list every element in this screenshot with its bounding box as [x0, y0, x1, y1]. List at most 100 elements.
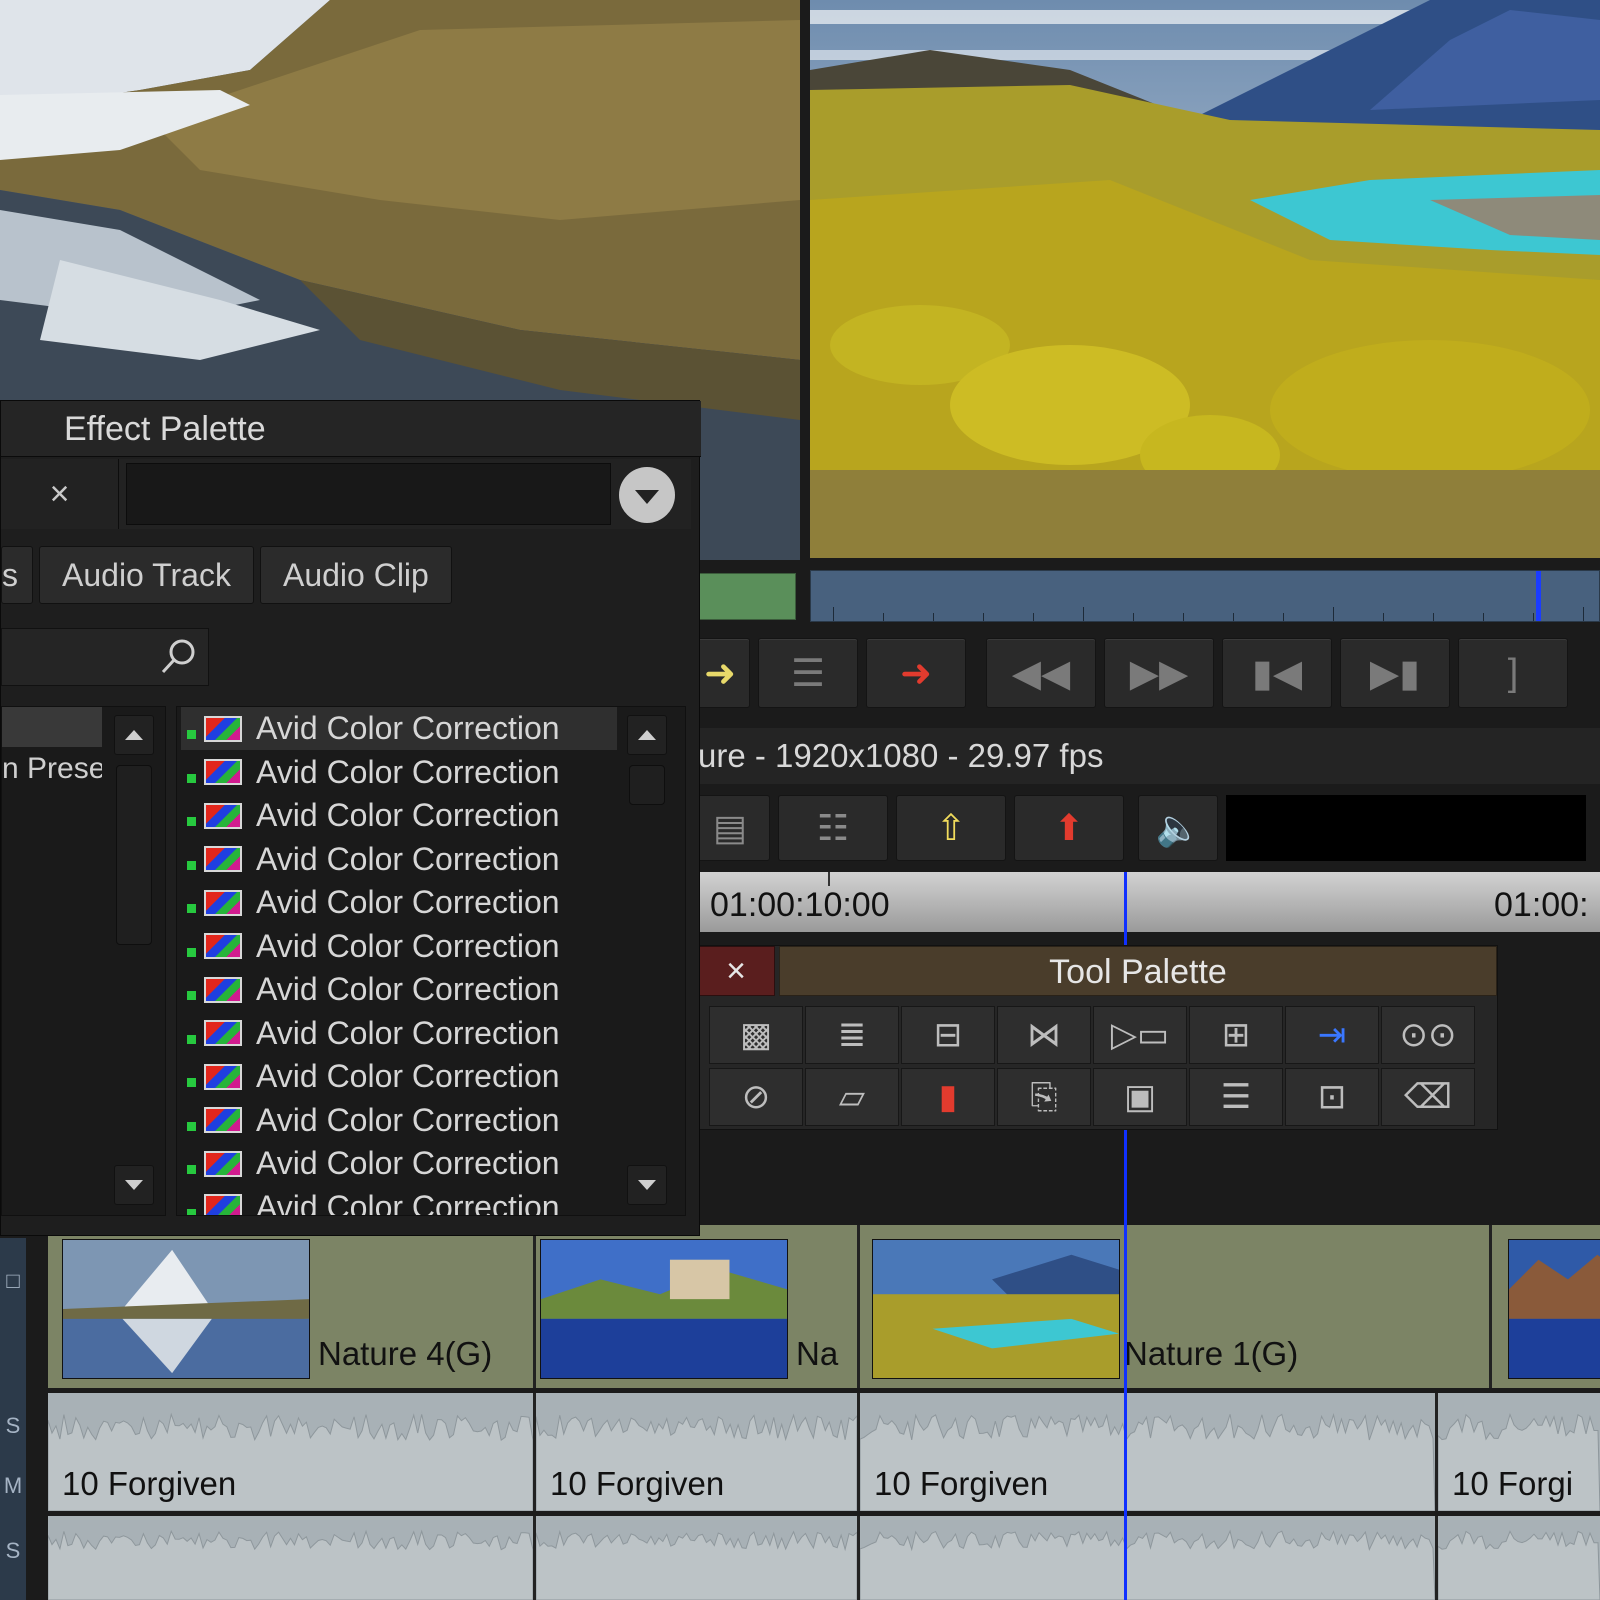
- video-clip[interactable]: Na: [536, 1225, 860, 1388]
- copy-icon[interactable]: ⎘: [997, 1068, 1091, 1126]
- position-indicator[interactable]: [1536, 571, 1541, 621]
- timecode-ruler[interactable]: 01:00:10:00 01:00:: [690, 872, 1600, 932]
- splice-icon[interactable]: ☷: [778, 795, 888, 861]
- film-strip-icon[interactable]: ▣: [1093, 1068, 1187, 1126]
- category-filter[interactable]: [1, 628, 209, 686]
- trim-icon[interactable]: ⋈: [997, 1006, 1091, 1064]
- effect-scrollbar[interactable]: [623, 715, 671, 1210]
- record-monitor[interactable]: [810, 0, 1600, 558]
- tape-icon[interactable]: ⊙⊙: [1381, 1006, 1475, 1064]
- effect-list-item[interactable]: Avid Color Correction: [181, 968, 617, 1011]
- rewind-icon[interactable]: ◀◀: [986, 638, 1096, 708]
- status-dot: [187, 1078, 196, 1087]
- eraser-icon[interactable]: ⌫: [1381, 1068, 1475, 1126]
- tab-audio-clip[interactable]: Audio Clip: [259, 546, 452, 604]
- magnifier-icon[interactable]: [158, 637, 198, 677]
- video-clip[interactable]: Nature 4(G): [48, 1225, 536, 1388]
- scroll-up-icon[interactable]: [114, 715, 154, 755]
- effect-list-item[interactable]: Avid Color Correction: [181, 925, 617, 968]
- effect-list-item[interactable]: Avid Color Correction: [181, 707, 617, 750]
- clip-thumbnail: [1508, 1239, 1600, 1379]
- color-correction-icon: [204, 976, 242, 1003]
- scroll-down-icon[interactable]: [114, 1165, 154, 1205]
- category-item[interactable]: n Prese: [2, 749, 102, 789]
- track-header-a1-solo[interactable]: S: [0, 1413, 26, 1439]
- step-forward-icon[interactable]: ▶▮: [1340, 638, 1450, 708]
- audio-clip[interactable]: [1438, 1516, 1600, 1600]
- effect-search-field[interactable]: [126, 463, 611, 525]
- position-tick: [1233, 613, 1234, 621]
- status-dot: [187, 1208, 196, 1215]
- tool-palette-close-button[interactable]: ×: [697, 946, 775, 996]
- effect-label: Avid Color Correction: [256, 1014, 560, 1051]
- scroll-down-icon[interactable]: [627, 1165, 667, 1205]
- effect-list-item[interactable]: Avid Color Correction: [181, 751, 617, 794]
- scroll-thumb[interactable]: [116, 765, 152, 945]
- category-scrollbar[interactable]: [110, 715, 158, 1210]
- step-back-icon[interactable]: ▮◀: [1222, 638, 1332, 708]
- fast-forward-icon[interactable]: ▶▶: [1104, 638, 1214, 708]
- tab-audio-track[interactable]: Audio Track: [39, 546, 254, 604]
- audio-clip[interactable]: 10 Forgiven: [536, 1393, 860, 1511]
- clip-stack-icon[interactable]: ▱: [805, 1068, 899, 1126]
- effect-list-item[interactable]: Avid Color Correction: [181, 1186, 617, 1216]
- category-list[interactable]: n Prese: [1, 706, 166, 1216]
- video-clip[interactable]: Nature 1(G): [860, 1225, 1492, 1388]
- audio-clip[interactable]: [536, 1516, 860, 1600]
- audio-clip[interactable]: [860, 1516, 1438, 1600]
- subclip-icon[interactable]: ⊡: [1285, 1068, 1379, 1126]
- lift-red-arrow-icon[interactable]: ➜: [866, 638, 966, 708]
- timecode-start: 01:00:10:00: [710, 886, 890, 924]
- splice-in-icon[interactable]: ⊟: [901, 1006, 995, 1064]
- list-icon[interactable]: ☰: [1189, 1068, 1283, 1126]
- audio-speaker-icon[interactable]: 🔈: [1138, 795, 1218, 861]
- position-tick: [833, 607, 834, 621]
- effect-list-item[interactable]: Avid Color Correction: [181, 1012, 617, 1055]
- clear-search-button[interactable]: ×: [1, 459, 119, 529]
- mark-out-icon[interactable]: ]: [1458, 638, 1568, 708]
- no-entry-icon[interactable]: ⊘: [709, 1068, 803, 1126]
- red-marker-icon[interactable]: ▮: [901, 1068, 995, 1126]
- quad-split-icon[interactable]: ⊞: [1189, 1006, 1283, 1064]
- tab-partial[interactable]: s: [1, 546, 33, 604]
- overwrite-arrow-icon[interactable]: ⇥: [1285, 1006, 1379, 1064]
- extract-icon[interactable]: ☰: [758, 638, 858, 708]
- audio-clip[interactable]: 10 Forgiven: [860, 1393, 1438, 1511]
- record-position-bar[interactable]: [810, 570, 1600, 622]
- effect-list[interactable]: Avid Color Correction Avid Color Correcti…: [176, 706, 686, 1216]
- effect-list-item[interactable]: Avid Color Correction: [181, 838, 617, 881]
- video-clip[interactable]: [1492, 1225, 1600, 1388]
- single-row-icon[interactable]: ▤: [690, 795, 770, 861]
- effect-mode-icon[interactable]: ▩: [709, 1006, 803, 1064]
- audio-clip[interactable]: [48, 1516, 536, 1600]
- tool-palette-header[interactable]: × Tool Palette: [697, 946, 1497, 996]
- source-position-bar[interactable]: [690, 573, 796, 620]
- track-header-a2-solo[interactable]: S: [0, 1538, 26, 1564]
- effect-list-item[interactable]: Avid Color Correction: [181, 1055, 617, 1098]
- audio-clip[interactable]: 10 Forgi: [1438, 1393, 1600, 1511]
- audio-clip-name: 10 Forgiven: [62, 1465, 237, 1502]
- clip-name: Nature 1(G): [1124, 1335, 1299, 1372]
- effect-search-row: ×: [1, 459, 691, 529]
- effect-list-item[interactable]: Avid Color Correction: [181, 881, 617, 924]
- timeline-toolbar: ▤ ☷ ⇧ ⬆ 🔈: [690, 792, 1600, 864]
- insert-frame-icon[interactable]: ▷▭: [1093, 1006, 1187, 1064]
- lift-icon[interactable]: ⇧: [896, 795, 1006, 861]
- scroll-up-icon[interactable]: [627, 715, 667, 755]
- effect-palette-title[interactable]: Effect Palette: [1, 401, 701, 457]
- audio-clip[interactable]: 10 Forgiven: [48, 1393, 536, 1511]
- effect-label: Avid Color Correction: [256, 1188, 560, 1216]
- clip-name: Nature 4(G): [318, 1335, 493, 1372]
- effect-list-item[interactable]: Avid Color Correction: [181, 1099, 617, 1142]
- effect-list-item[interactable]: Avid Color Correction: [181, 794, 617, 837]
- effect-list-item[interactable]: Avid Color Correction: [181, 1142, 617, 1185]
- extract-up-icon[interactable]: ⬆: [1014, 795, 1124, 861]
- chevron-down-circle-icon[interactable]: [619, 467, 675, 523]
- track-header-a1-mute[interactable]: M: [0, 1473, 26, 1499]
- status-dot: [187, 730, 196, 739]
- track-header-v1[interactable]: □: [0, 1268, 26, 1294]
- category-item-selected[interactable]: [2, 707, 102, 747]
- position-tick: [1483, 613, 1484, 621]
- segment-mode-icon[interactable]: ≣: [805, 1006, 899, 1064]
- scroll-thumb[interactable]: [629, 765, 665, 805]
